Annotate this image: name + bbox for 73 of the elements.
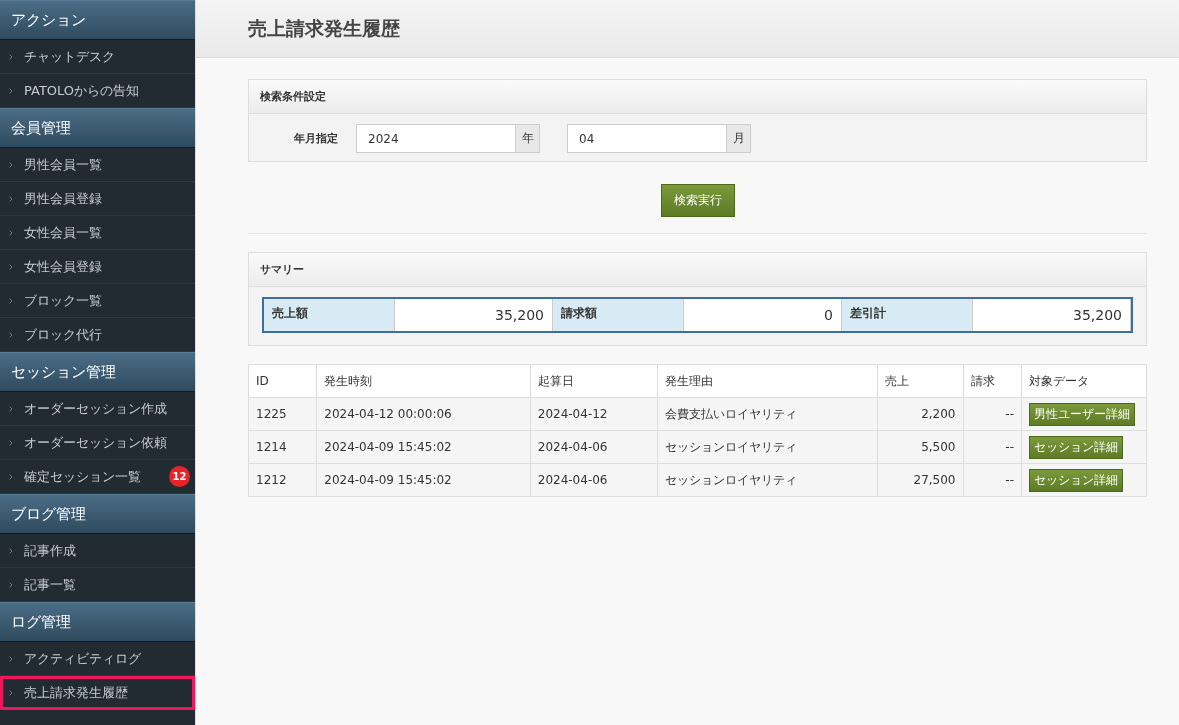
summary-label: 差引計 [842, 299, 972, 331]
chevron-icon [9, 229, 13, 236]
unit-label: 月 [727, 124, 751, 153]
chevron-icon [9, 87, 13, 94]
summary-label: 売上額 [264, 299, 394, 331]
table-cell: 2024-04-06 [530, 463, 658, 497]
table-cell: 2024-04-09 15:45:02 [316, 463, 531, 497]
table-cell: 2024-04-09 15:45:02 [316, 430, 531, 464]
table-cell: 1212 [248, 463, 317, 497]
sidebar-item[interactable]: チャットデスク [0, 40, 195, 74]
chevron-icon [9, 161, 13, 168]
sidebar-item[interactable]: 女性会員登録 [0, 250, 195, 284]
sidebar-item[interactable]: オーダーセッション作成 [0, 392, 195, 426]
year-input[interactable]: 2024 [356, 124, 516, 153]
chevron-icon [9, 405, 13, 412]
table-cell: 1214 [248, 430, 317, 464]
table-cell: 27,500 [877, 463, 963, 497]
table-cell: 5,500 [877, 430, 963, 464]
chevron-icon [9, 689, 13, 696]
search-button[interactable]: 検索実行 [660, 184, 735, 217]
chevron-icon [9, 263, 13, 270]
column-header: 発生時刻 [316, 364, 531, 398]
table-cell: 2024-04-12 [530, 397, 658, 431]
table-cell: 2024-04-12 00:00:06 [316, 397, 531, 431]
table-cell: -- [963, 397, 1022, 431]
sidebar-item[interactable]: 男性会員一覧 [0, 148, 195, 182]
sidebar-group-header: アクション [0, 0, 195, 40]
table-cell: -- [963, 463, 1022, 497]
chevron-icon [9, 297, 13, 304]
sidebar-item[interactable]: 記事作成 [0, 534, 195, 568]
field-label: 年月指定 [293, 131, 338, 146]
unit-label: 年 [516, 124, 540, 153]
summary-label: 請求額 [553, 299, 683, 331]
table-cell: 2,200 [877, 397, 963, 431]
table-cell: 2024-04-06 [530, 430, 658, 464]
chevron-icon [9, 331, 13, 338]
column-header: 請求 [963, 364, 1022, 398]
table-cell: 会費支払いロイヤリティ [657, 397, 878, 431]
column-header: 起算日 [530, 364, 658, 398]
table-cell: -- [963, 430, 1022, 464]
detail-button[interactable]: 男性ユーザー詳細 [1029, 402, 1135, 426]
chevron-icon [9, 439, 13, 446]
column-header: 売上 [877, 364, 963, 398]
chevron-icon [9, 53, 13, 60]
detail-button[interactable]: セッション詳細 [1029, 435, 1123, 459]
sidebar-group-header: 会員管理 [0, 108, 195, 148]
panel-title: 検索条件設定 [249, 80, 1146, 114]
chevron-icon [9, 547, 13, 554]
sidebar-item[interactable]: ブロック一覧 [0, 284, 195, 318]
sidebar-group-header: セッション管理 [0, 352, 195, 392]
table-cell: セッションロイヤリティ [657, 430, 878, 464]
sidebar-item[interactable]: 売上請求発生履歴 [0, 676, 195, 710]
column-header: 対象データ [1021, 364, 1147, 398]
column-header: ID [248, 364, 317, 398]
page-title: 売上請求発生履歴 [248, 15, 400, 41]
sidebar-group-header: ブログ管理 [0, 494, 195, 534]
table-cell: 1225 [248, 397, 317, 431]
count-badge: 12 [169, 466, 190, 487]
sidebar-item[interactable]: オーダーセッション依頼 [0, 426, 195, 460]
sidebar-item[interactable]: 男性会員登録 [0, 182, 195, 216]
summary-value: 35,200 [972, 299, 1131, 331]
sidebar-item[interactable]: アクティビティログ [0, 642, 195, 676]
chevron-icon [9, 581, 13, 588]
table-cell: セッションロイヤリティ [657, 463, 878, 497]
chevron-icon [9, 195, 13, 202]
chevron-icon [9, 473, 13, 480]
chevron-icon [9, 655, 13, 662]
sidebar-group-header: ログ管理 [0, 602, 195, 642]
detail-button[interactable]: セッション詳細 [1029, 468, 1123, 492]
column-header: 発生理由 [657, 364, 878, 398]
sidebar-item[interactable]: 女性会員一覧 [0, 216, 195, 250]
month-input[interactable]: 04 [567, 124, 727, 153]
panel-title: サマリー [249, 253, 1146, 287]
